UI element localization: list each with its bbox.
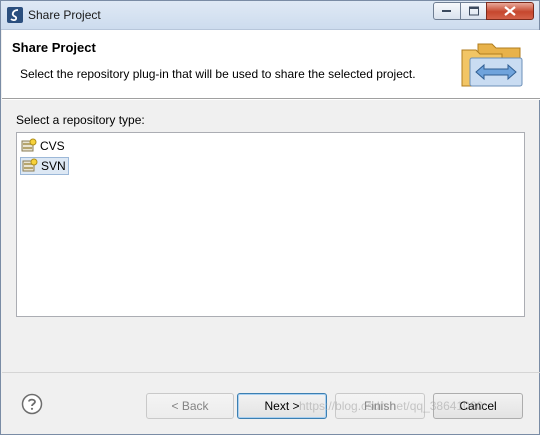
list-item-svn[interactable]: SVN xyxy=(20,157,69,175)
maximize-button[interactable] xyxy=(460,2,487,20)
repository-icon xyxy=(21,138,37,152)
close-icon xyxy=(504,6,516,16)
eclipse-app-icon xyxy=(7,7,23,23)
maximize-icon xyxy=(468,6,479,16)
wizard-header: Share Project Select the repository plug… xyxy=(2,30,540,99)
repository-icon xyxy=(22,158,38,172)
repository-type-label: Select a repository type: xyxy=(16,113,145,127)
watermark-text: https://blog.csdn.net/qq_38641060 xyxy=(299,399,484,413)
minimize-icon xyxy=(442,10,451,12)
minimize-button[interactable] xyxy=(433,2,461,20)
close-button[interactable] xyxy=(486,2,534,20)
title-bar[interactable]: Share Project xyxy=(1,1,539,30)
share-project-icon xyxy=(461,43,523,87)
button-bar-divider xyxy=(2,372,540,373)
wizard-title: Share Project xyxy=(12,40,96,55)
repository-type-list[interactable]: CVS SVN xyxy=(16,132,525,317)
header-divider xyxy=(2,99,540,100)
list-item-label: CVS xyxy=(40,139,65,153)
wizard-description: Select the repository plug-in that will … xyxy=(20,67,416,81)
share-project-dialog: Share Project Share Project Select the r… xyxy=(0,0,540,435)
back-button[interactable]: < Back xyxy=(146,393,234,419)
help-icon[interactable] xyxy=(21,393,43,415)
window-title: Share Project xyxy=(28,8,101,22)
list-item-label: SVN xyxy=(41,159,66,173)
list-item-cvs[interactable]: CVS xyxy=(20,137,67,155)
